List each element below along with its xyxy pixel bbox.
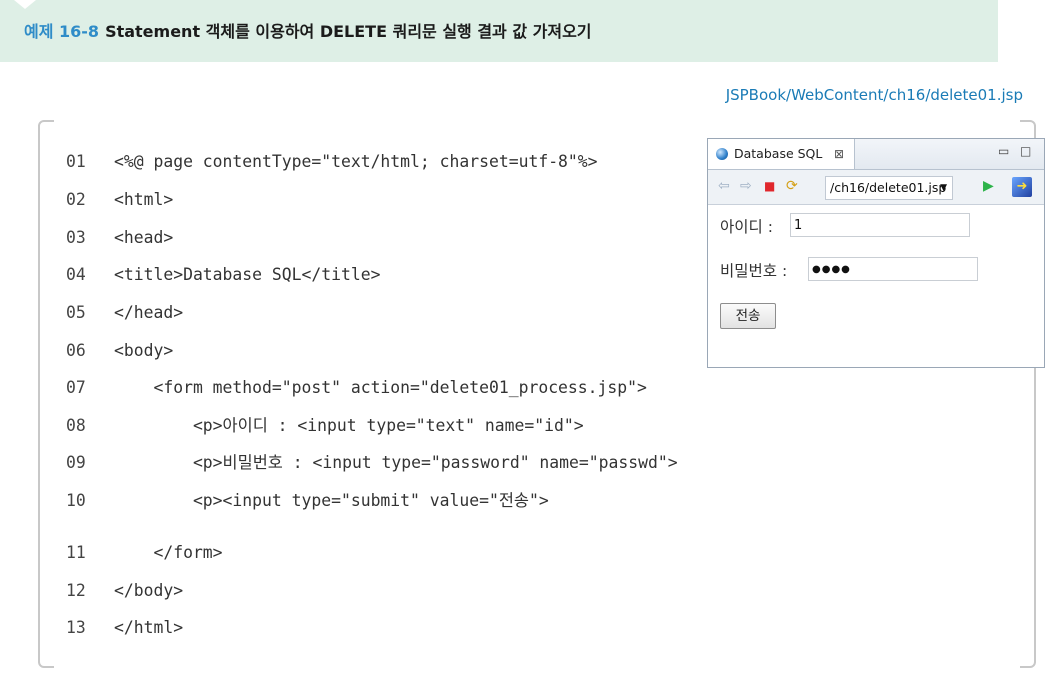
line-number: 03 <box>66 228 86 247</box>
browser-preview-window: Database SQL ⊠ ▭ □ ⇦ ⇨ ■ ⟳ /ch16/delete0… <box>707 138 1045 368</box>
code-line: 12 </body> <box>66 578 183 604</box>
code-text: <title>Database SQL</title> <box>114 265 381 284</box>
url-field[interactable]: /ch16/delete01.jsp ▼ <box>825 176 953 200</box>
code-line: 03 <head> <box>66 225 173 251</box>
forward-icon[interactable]: ⇨ <box>740 178 752 194</box>
example-number: 예제 16-8 <box>24 22 100 41</box>
line-number: 01 <box>66 152 86 171</box>
stop-icon[interactable]: ■ <box>764 178 775 194</box>
code-line: 01 <%@ page contentType="text/html; chars… <box>66 149 598 175</box>
header-notch <box>14 0 36 9</box>
code-text: <p>아이디 : <input type="text" name="id"> <box>114 416 584 435</box>
code-line: 06 <body> <box>66 338 173 364</box>
maximize-icon[interactable]: □ <box>1020 144 1031 158</box>
code-text: <html> <box>114 190 174 209</box>
line-number: 07 <box>66 378 86 397</box>
preview-tab-label: Database SQL <box>734 146 823 161</box>
line-number: 06 <box>66 341 86 360</box>
line-number: 04 <box>66 265 86 284</box>
code-line: 09 <p>비밀번호 : <input type="password" name… <box>66 450 678 476</box>
line-number: 08 <box>66 416 86 435</box>
code-text: </html> <box>114 618 184 637</box>
code-text: <head> <box>114 228 174 247</box>
submit-button[interactable]: 전송 <box>720 303 776 329</box>
line-number: 02 <box>66 190 86 209</box>
preview-toolbar: ⇦ ⇨ ■ ⟳ /ch16/delete01.jsp ▼ ▶ ➜ <box>708 170 1044 205</box>
preview-tab[interactable]: Database SQL ⊠ <box>708 139 855 169</box>
code-text: </form> <box>114 543 223 562</box>
preview-tab-bar: Database SQL ⊠ ▭ □ <box>708 139 1044 170</box>
code-text: </body> <box>114 581 184 600</box>
code-line: 10 <p><input type="submit" value="전송"> <box>66 488 549 514</box>
code-text: <%@ page contentType="text/html; charset… <box>114 152 598 171</box>
example-title: 예제 16-8 Statement 객체를 이용하여 DELETE 쿼리문 실행 … <box>24 20 592 44</box>
line-number: 12 <box>66 581 86 600</box>
code-text: <form method="post" action="delete01_pro… <box>114 378 647 397</box>
line-number: 13 <box>66 618 86 637</box>
line-number: 05 <box>66 303 86 322</box>
line-number: 10 <box>66 491 86 510</box>
example-title-text: Statement 객체를 이용하여 DELETE 쿼리문 실행 결과 값 가져… <box>105 22 592 41</box>
url-text: /ch16/delete01.jsp <box>830 180 947 195</box>
code-line: 07 <form method="post" action="delete01_… <box>66 375 647 401</box>
id-input[interactable]: 1 <box>790 213 970 237</box>
line-number: 09 <box>66 453 86 472</box>
code-line: 02 <html> <box>66 187 173 213</box>
go-icon[interactable]: ▶ <box>983 178 994 194</box>
code-line: 04 <title>Database SQL</title> <box>66 262 380 288</box>
example-header: 예제 16-8 Statement 객체를 이용하여 DELETE 쿼리문 실행 … <box>0 0 998 62</box>
code-line: 08 <p>아이디 : <input type="text" name="id"… <box>66 413 584 439</box>
code-line: 05 </head> <box>66 300 183 326</box>
refresh-icon[interactable]: ⟳ <box>786 178 798 194</box>
file-path: JSPBook/WebContent/ch16/delete01.jsp <box>725 86 1023 104</box>
code-text: <p>비밀번호 : <input type="password" name="p… <box>114 453 678 472</box>
minimize-icon[interactable]: ▭ <box>998 144 1009 158</box>
code-line: 11 </form> <box>66 540 223 566</box>
close-icon[interactable]: ⊠ <box>834 139 844 169</box>
globe-icon <box>716 148 728 160</box>
back-icon[interactable]: ⇦ <box>718 178 730 194</box>
password-input[interactable]: ●●●● <box>808 257 978 281</box>
id-label: 아이디 : <box>720 218 773 236</box>
code-text: </head> <box>114 303 184 322</box>
url-dropdown-icon[interactable]: ▼ <box>940 177 947 199</box>
external-browser-icon[interactable]: ➜ <box>1012 177 1032 197</box>
password-label: 비밀번호 : <box>720 262 788 280</box>
code-text: <body> <box>114 341 174 360</box>
code-text: <p><input type="submit" value="전송"> <box>114 491 549 510</box>
line-number: 11 <box>66 543 86 562</box>
code-line: 13 </html> <box>66 615 183 641</box>
